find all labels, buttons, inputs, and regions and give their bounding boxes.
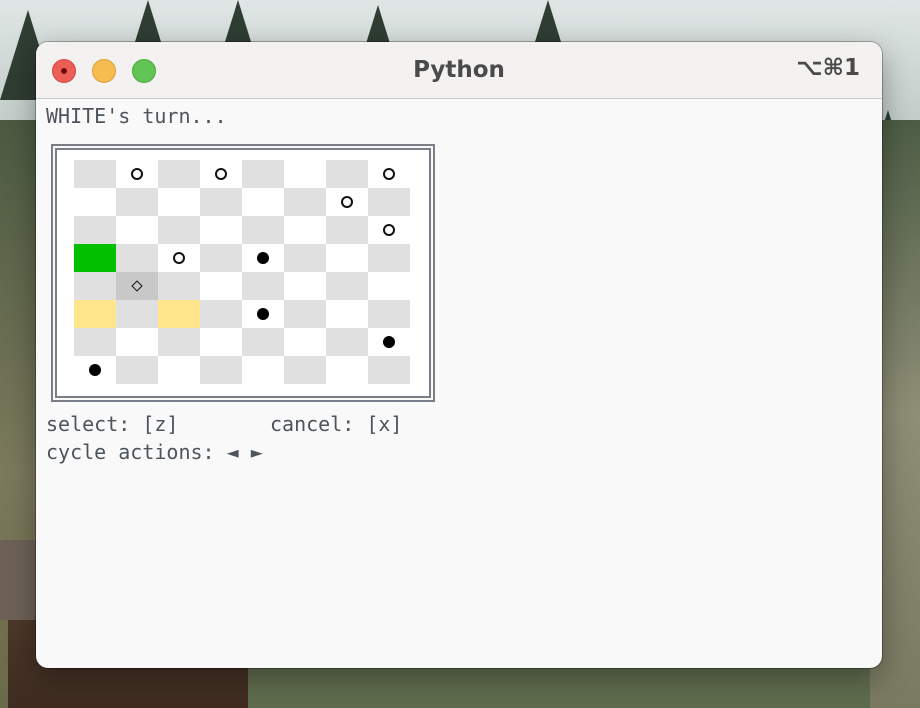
board-square[interactable] — [284, 216, 326, 244]
board-square[interactable] — [326, 188, 368, 216]
board-square[interactable] — [284, 272, 326, 300]
turn-status: WHITE's turn... — [46, 104, 227, 128]
board-square[interactable] — [74, 188, 116, 216]
white-piece[interactable] — [383, 224, 395, 236]
board-square[interactable] — [116, 216, 158, 244]
board-square[interactable] — [200, 272, 242, 300]
board-square[interactable] — [200, 356, 242, 384]
board-square[interactable] — [242, 160, 284, 188]
white-piece[interactable] — [173, 252, 185, 264]
cursor-diamond-icon — [131, 280, 143, 292]
background-barn-roof — [0, 540, 40, 620]
board-square[interactable] — [200, 300, 242, 328]
board-square[interactable] — [74, 244, 116, 272]
board-square[interactable] — [326, 216, 368, 244]
board-frame-inner — [55, 148, 431, 398]
board-square[interactable] — [242, 356, 284, 384]
board-square[interactable] — [326, 244, 368, 272]
window-shortcut: ⌥⌘1 — [796, 55, 860, 81]
board-square[interactable] — [74, 160, 116, 188]
board-square[interactable] — [284, 356, 326, 384]
board-square[interactable] — [116, 244, 158, 272]
board-square[interactable] — [326, 328, 368, 356]
board-square[interactable] — [368, 272, 410, 300]
board-square[interactable] — [158, 300, 200, 328]
board-square[interactable] — [158, 244, 200, 272]
board-square[interactable] — [368, 188, 410, 216]
board-square[interactable] — [116, 356, 158, 384]
game-board[interactable] — [74, 160, 410, 384]
select-hint: select: [z] — [46, 412, 179, 436]
board-square[interactable] — [242, 244, 284, 272]
board-square[interactable] — [74, 272, 116, 300]
board-square[interactable] — [368, 356, 410, 384]
board-square[interactable] — [242, 272, 284, 300]
board-frame — [51, 144, 435, 402]
board-square[interactable] — [368, 216, 410, 244]
white-piece[interactable] — [341, 196, 353, 208]
board-square[interactable] — [158, 356, 200, 384]
white-piece[interactable] — [383, 168, 395, 180]
board-square[interactable] — [326, 356, 368, 384]
board-square[interactable] — [284, 160, 326, 188]
board-square[interactable] — [116, 188, 158, 216]
board-square[interactable] — [200, 188, 242, 216]
black-piece[interactable] — [383, 336, 395, 348]
window-title: Python — [413, 57, 505, 83]
board-square[interactable] — [116, 300, 158, 328]
board-square[interactable] — [242, 216, 284, 244]
board-square[interactable] — [74, 356, 116, 384]
board-square[interactable] — [74, 216, 116, 244]
board-square[interactable] — [368, 300, 410, 328]
board-square[interactable] — [284, 328, 326, 356]
window-titlebar[interactable]: Python ⌥⌘1 — [36, 42, 882, 99]
black-piece[interactable] — [257, 252, 269, 264]
board-square[interactable] — [242, 328, 284, 356]
board-square[interactable] — [368, 244, 410, 272]
board-square[interactable] — [116, 160, 158, 188]
board-square[interactable] — [158, 160, 200, 188]
board-square[interactable] — [242, 188, 284, 216]
black-piece[interactable] — [89, 364, 101, 376]
board-square[interactable] — [326, 272, 368, 300]
board-square[interactable] — [284, 244, 326, 272]
board-square[interactable] — [200, 160, 242, 188]
board-square[interactable] — [200, 244, 242, 272]
board-square[interactable] — [284, 188, 326, 216]
board-square[interactable] — [116, 272, 158, 300]
board-square[interactable] — [116, 328, 158, 356]
board-square[interactable] — [284, 300, 326, 328]
cancel-hint: cancel: [x] — [270, 412, 403, 436]
board-square[interactable] — [368, 160, 410, 188]
board-square[interactable] — [158, 216, 200, 244]
board-square[interactable] — [74, 328, 116, 356]
board-square[interactable] — [200, 216, 242, 244]
board-square[interactable] — [326, 160, 368, 188]
board-square[interactable] — [368, 328, 410, 356]
cycle-actions-hint: cycle actions: ◄ ► — [46, 440, 263, 464]
white-piece[interactable] — [215, 168, 227, 180]
black-piece[interactable] — [257, 308, 269, 320]
white-piece[interactable] — [131, 168, 143, 180]
board-square[interactable] — [158, 188, 200, 216]
python-window[interactable]: Python ⌥⌘1 WHITE's turn... select: [z] c… — [36, 42, 882, 668]
board-square[interactable] — [242, 300, 284, 328]
board-square[interactable] — [158, 272, 200, 300]
board-square[interactable] — [326, 300, 368, 328]
board-square[interactable] — [74, 300, 116, 328]
board-square[interactable] — [200, 328, 242, 356]
board-square[interactable] — [158, 328, 200, 356]
